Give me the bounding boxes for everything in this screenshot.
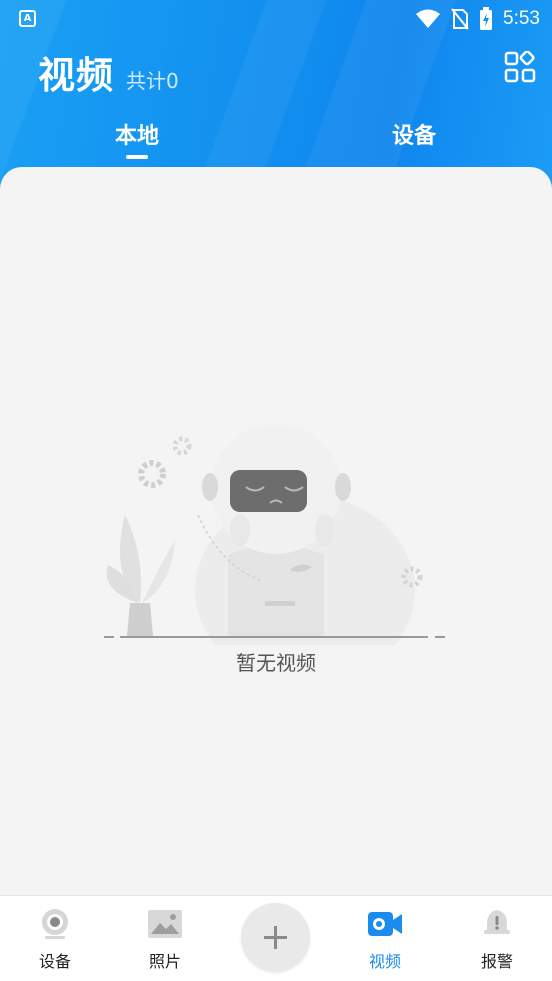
no-sim-icon [451,8,469,30]
status-bar: A 5:53 [0,0,552,38]
plus-icon [264,926,287,949]
photo-icon [148,910,182,938]
empty-message: 暂无视频 [236,651,316,675]
tab-local[interactable]: 本地 [115,118,159,150]
video-count: 共计0 [126,69,179,93]
status-time: 5:53 [503,8,540,29]
nav-label-photo: 照片 [148,952,181,971]
title-row: 视频 共计0 [38,45,179,99]
page-title: 视频 [38,54,114,97]
nav-label-device: 设备 [38,952,71,971]
tab-indicator [126,155,148,159]
video-camera-icon [368,912,402,936]
battery-charging-icon [480,7,493,30]
tab-bar: 本地 设备 [0,112,552,164]
nav-label-video: 视频 [368,952,401,971]
sad-robot-illustration [104,425,445,645]
app-notification-icon: A [19,10,36,27]
nav-label-alarm: 报警 [480,952,513,971]
grid-view-button[interactable] [504,50,536,83]
main-content: 暂无视频 [0,167,552,895]
nav-item-device[interactable]: 设备 [0,896,110,981]
nav-item-alarm[interactable]: 报警 [442,896,552,981]
nav-item-photo[interactable]: 照片 [110,896,220,981]
nav-item-video[interactable]: 视频 [330,896,440,981]
add-button[interactable] [241,903,310,972]
status-icons: 5:53 [415,6,540,32]
camera-device-icon [42,909,68,939]
grid-apps-icon [504,50,536,83]
tab-device[interactable]: 设备 [392,118,436,150]
wifi-icon [416,9,441,28]
alarm-bell-icon [484,910,510,934]
